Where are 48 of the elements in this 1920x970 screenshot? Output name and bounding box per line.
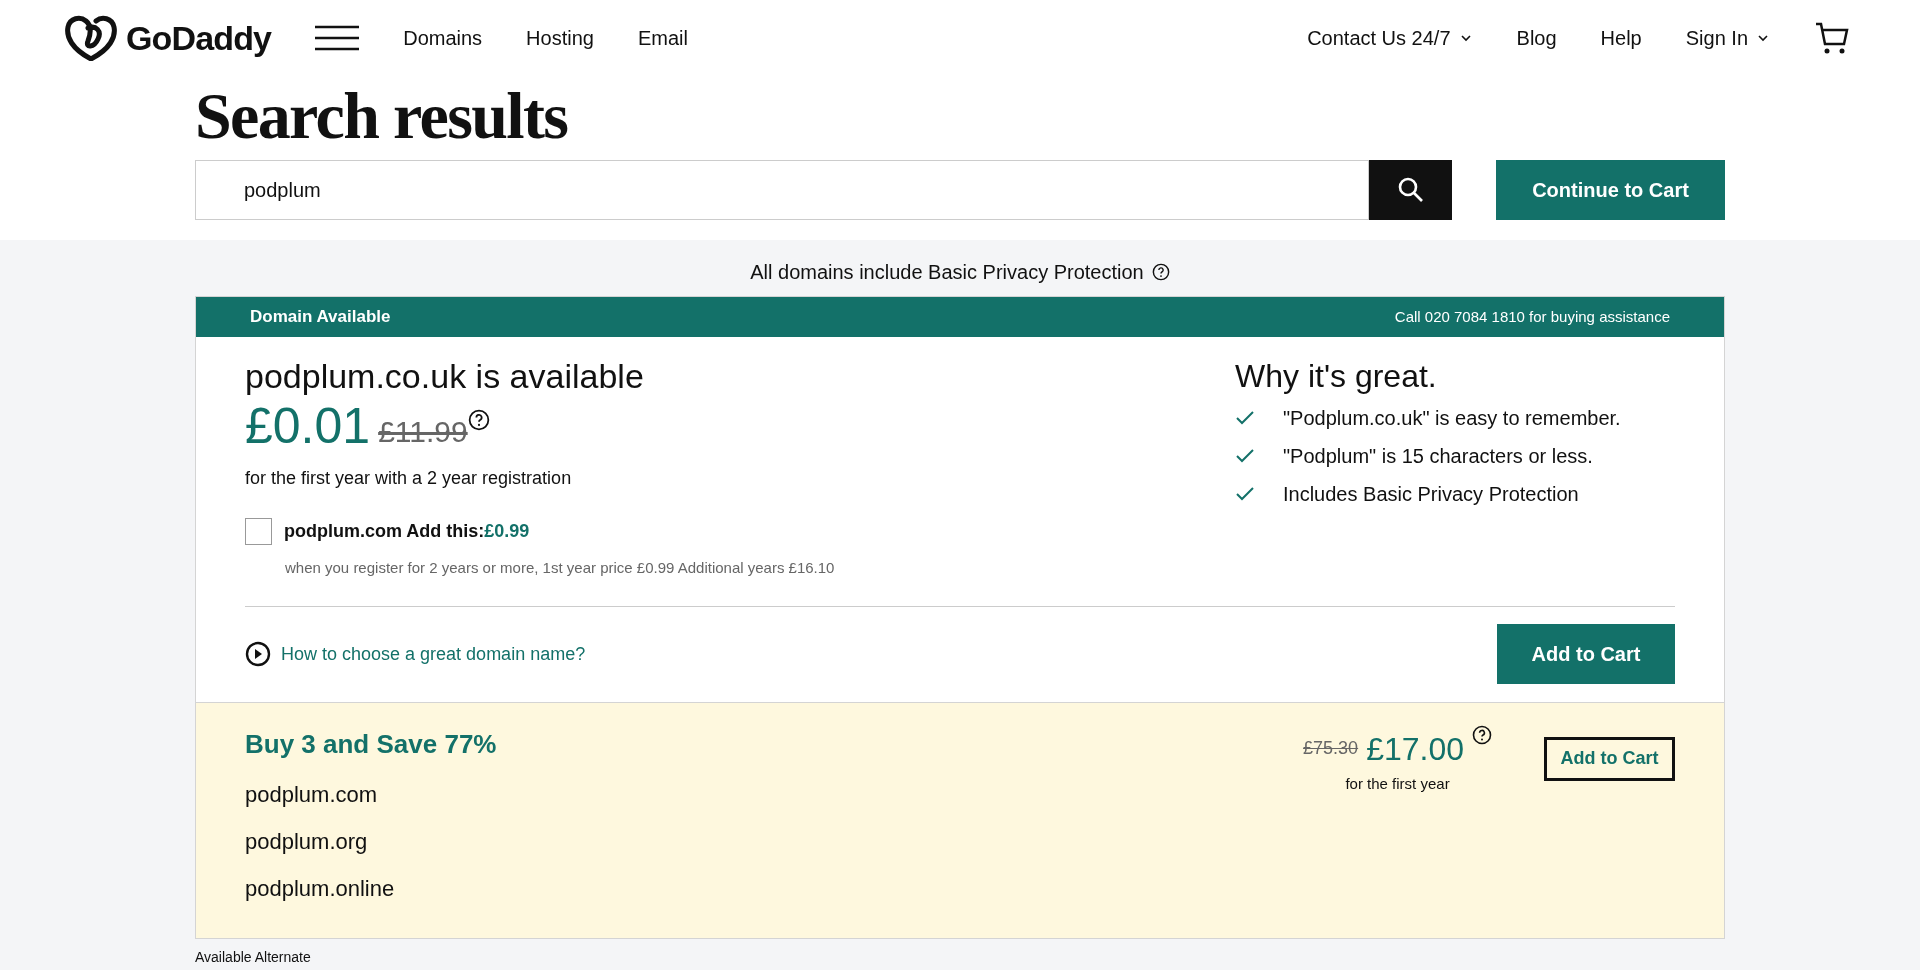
phone-note: Call 020 7084 1810 for buying assistance: [1394, 306, 1670, 327]
help-icon[interactable]: [467, 409, 490, 431]
nav-link[interactable]: Hosting: [526, 23, 594, 53]
page-title: Search results: [195, 78, 569, 154]
bundle-price: £17.00: [1366, 729, 1464, 769]
nav-link[interactable]: Domains: [403, 23, 483, 53]
bundle-title: Buy 3 and Save 77%: [245, 727, 498, 761]
addon-checkbox[interactable]: [245, 518, 272, 545]
check-icon: [1235, 410, 1255, 426]
brand-name[interactable]: GoDaddy: [126, 12, 272, 64]
addon-note: when you register for 2 years or more, 1st year price £0.99 Additional years £16.10: [285, 558, 836, 578]
bundle-domain: podplum.com: [245, 780, 379, 809]
nav-link[interactable]: Contact Us 24/7: [1307, 23, 1473, 53]
logo-icon[interactable]: [64, 15, 118, 61]
reason-text: "Podplum.co.uk" is easy to remember.: [1283, 406, 1621, 431]
reason-text: "Podplum" is 15 characters or less.: [1283, 444, 1593, 469]
search-button[interactable]: [1369, 160, 1452, 220]
help-icon[interactable]: [1472, 724, 1492, 745]
nav-link[interactable]: Blog: [1516, 23, 1557, 53]
bundle-domain: podplum.online: [245, 874, 396, 903]
bundle-price-note: for the first year: [1345, 773, 1450, 794]
reason-text: Includes Basic Privacy Protection: [1283, 482, 1579, 507]
nav-link[interactable]: Help: [1600, 23, 1642, 53]
help-icon[interactable]: [1151, 263, 1170, 281]
nav-link[interactable]: Email: [637, 23, 688, 53]
add-to-cart-button[interactable]: Add to Cart: [1497, 624, 1675, 684]
play-icon: [245, 641, 271, 667]
search-field[interactable]: podplum: [195, 160, 1369, 220]
price-note: for the first year with a 2 year registration: [245, 467, 573, 490]
old-price: £11.99: [378, 414, 468, 450]
menu-icon[interactable]: [315, 25, 360, 51]
domain-heading: podplum.co.uk is available: [245, 356, 645, 397]
nav-link[interactable]: Sign In: [1685, 23, 1770, 53]
bundle-add-button[interactable]: Add to Cart: [1544, 736, 1675, 781]
price: £0.01: [245, 397, 371, 455]
alternates-label: Available Alternate: [195, 947, 312, 967]
why-title: Why it's great.: [1235, 357, 1438, 396]
privacy-note: All domains include Basic Privacy Protection: [750, 260, 1144, 285]
video-link[interactable]: How to choose a great domain name?: [245, 640, 586, 668]
banner-label: Domain Available: [250, 306, 391, 329]
search-icon: [1396, 176, 1425, 204]
bundle-domain: podplum.org: [245, 827, 369, 856]
continue-to-cart-button[interactable]: Continue to Cart: [1496, 160, 1725, 220]
check-icon: [1235, 448, 1255, 464]
bundle-old-price: £75.30: [1303, 736, 1359, 760]
cart-icon[interactable]: [1814, 20, 1850, 56]
addon-label: podplum.com Add this:£0.99: [284, 520, 530, 543]
check-icon: [1235, 486, 1255, 502]
